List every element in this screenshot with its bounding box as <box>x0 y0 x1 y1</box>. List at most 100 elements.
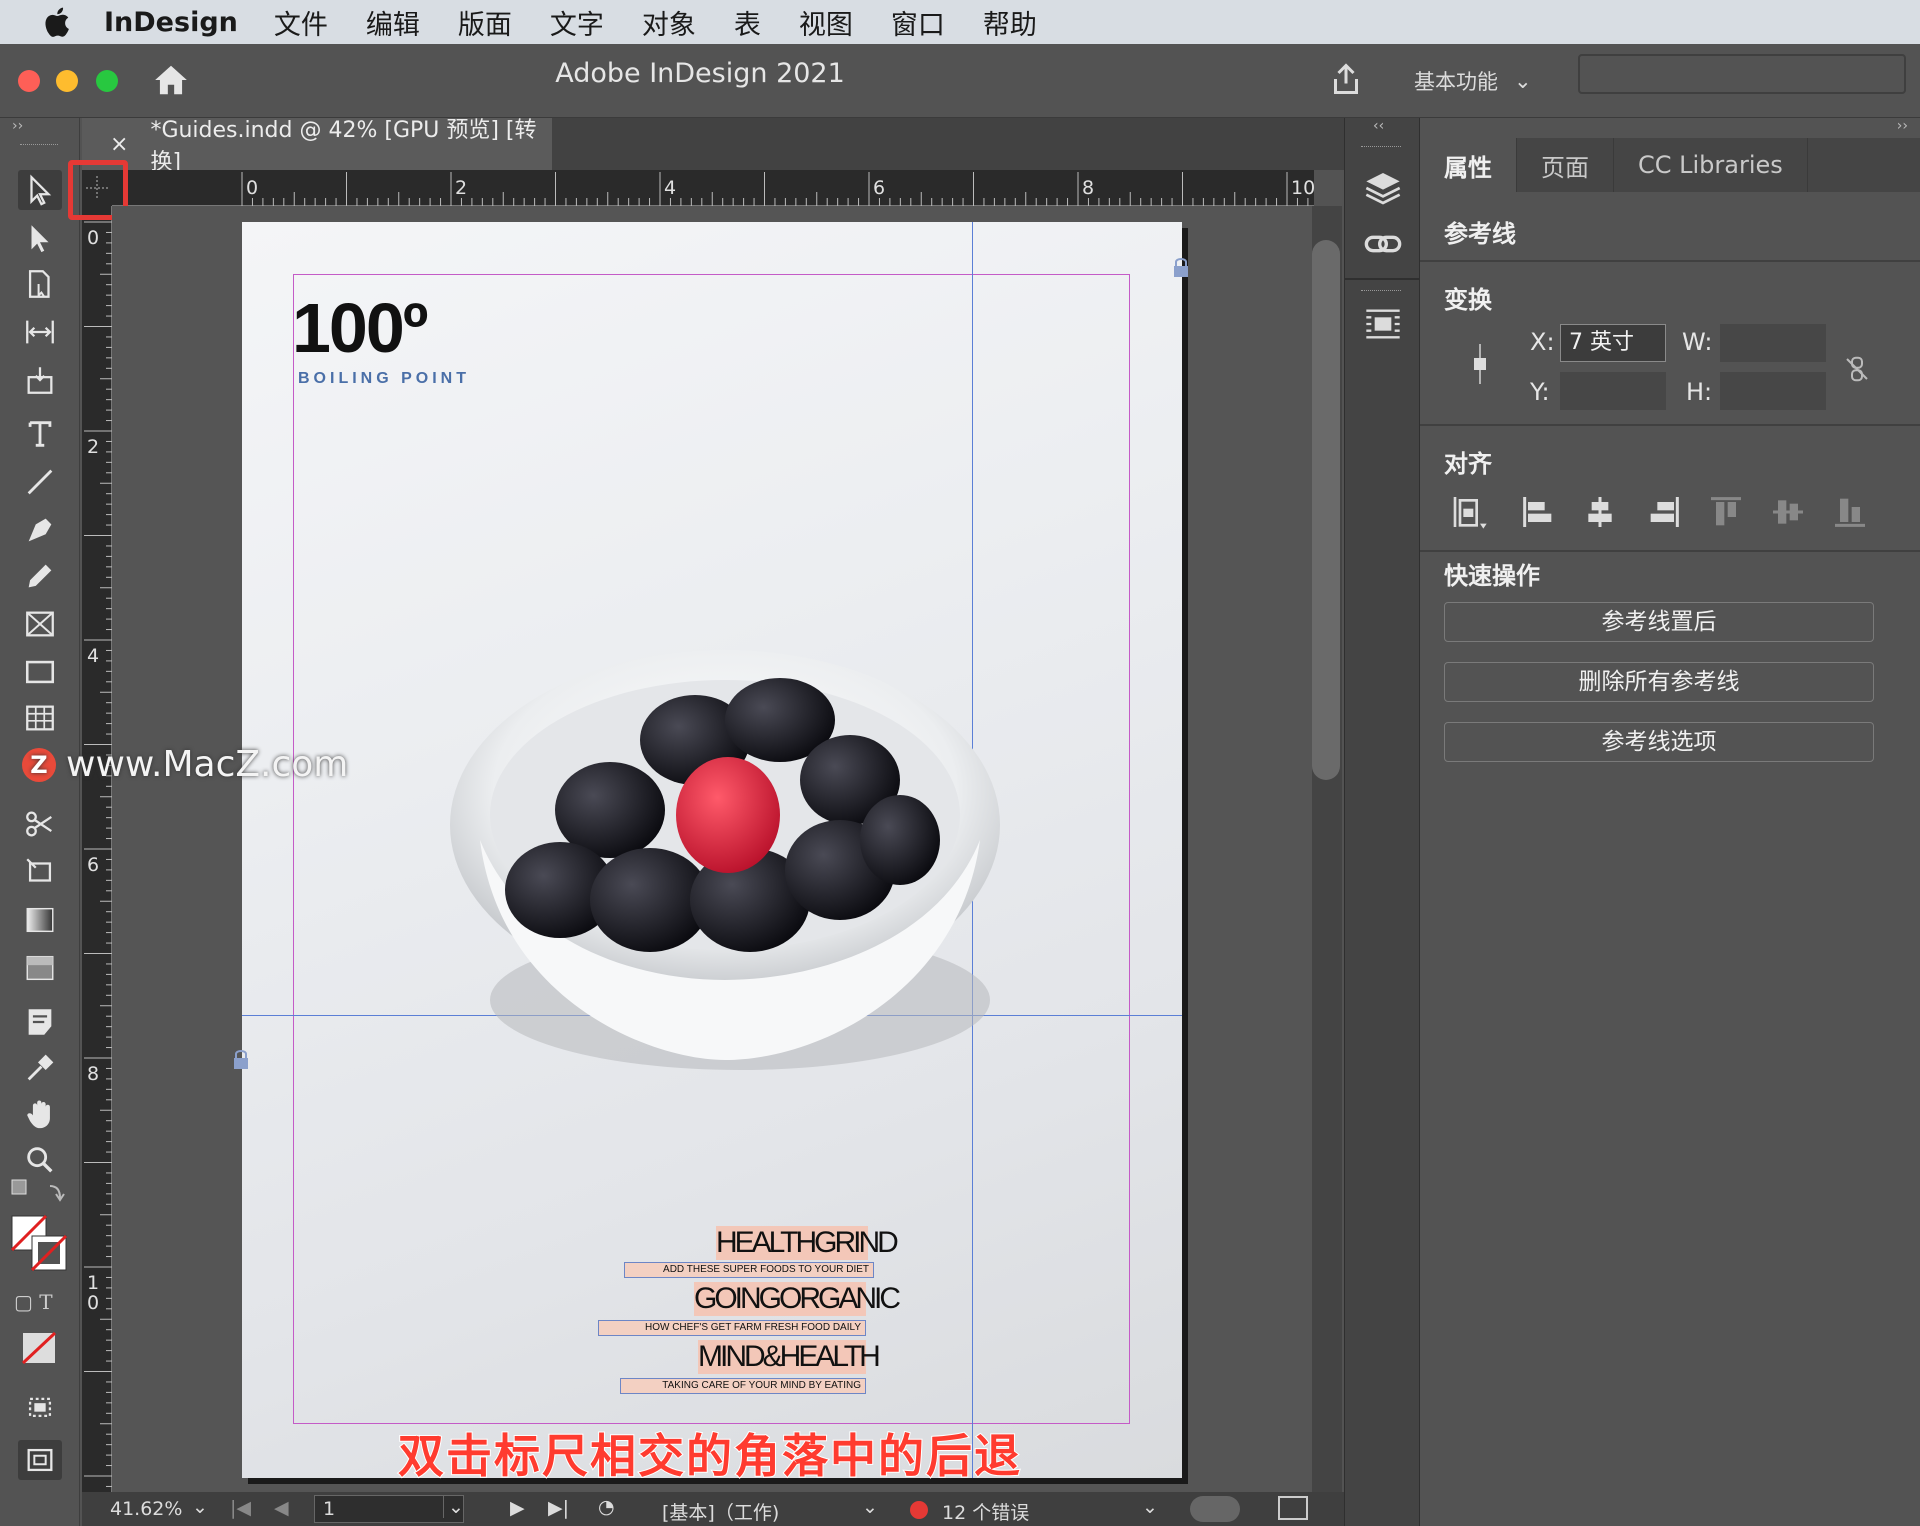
constrain-proportions-icon[interactable] <box>1842 354 1872 384</box>
grip-icon[interactable] <box>1361 146 1401 147</box>
h-label: H: <box>1686 378 1713 406</box>
expand-dock-icon[interactable]: ‹‹ <box>1373 118 1384 134</box>
headline-title[interactable]: MIND&HEALTH <box>698 1340 881 1374</box>
x-label: X: <box>1530 328 1555 356</box>
chevron-down-icon[interactable]: ⌄ <box>192 1496 208 1518</box>
split-layout-icon[interactable] <box>1278 1496 1308 1520</box>
guide-options-button[interactable]: 参考线选项 <box>1444 722 1874 762</box>
chevron-down-icon[interactable]: ⌄ <box>862 1496 878 1518</box>
pen-tool-icon[interactable] <box>18 510 62 550</box>
previous-page-icon[interactable]: ◀ <box>274 1497 289 1519</box>
scrollbar-thumb[interactable] <box>1312 240 1340 780</box>
eyedropper-tool-icon[interactable] <box>18 1048 62 1088</box>
document-tab[interactable]: × *Guides.indd @ 42% [GPU 预览] [转换] <box>82 118 552 175</box>
chevron-down-icon: ⌄ <box>1514 69 1532 93</box>
type-tool-icon[interactable] <box>18 414 62 454</box>
tab-pages[interactable]: 页面 <box>1517 138 1614 192</box>
hand-tool-icon[interactable] <box>18 1094 62 1134</box>
text-wrap-icon[interactable] <box>1363 304 1403 344</box>
rectangle-tool-icon[interactable] <box>18 652 62 692</box>
layers-icon[interactable] <box>1363 168 1403 208</box>
swap-fill-stroke-icon[interactable] <box>10 1178 70 1208</box>
next-page-icon[interactable]: ▶ <box>510 1497 525 1519</box>
pencil-tool-icon[interactable] <box>18 556 62 596</box>
headline-title[interactable]: HEALTHGRIND <box>716 1226 899 1260</box>
align-to-selection-icon[interactable] <box>1450 492 1490 532</box>
preflight-profile[interactable]: [基本]（工作) <box>662 1498 779 1525</box>
last-page-icon[interactable]: ▶| <box>548 1497 569 1519</box>
menu-view[interactable]: 视图 <box>799 3 853 42</box>
menu-file[interactable]: 文件 <box>274 3 328 42</box>
align-top-icon[interactable] <box>1706 492 1746 532</box>
page-number-field[interactable]: 1 ⌄ <box>314 1495 464 1523</box>
app-menu[interactable]: InDesign <box>104 7 238 38</box>
toggle-switch[interactable] <box>1190 1496 1240 1522</box>
headline-subtitle[interactable]: TAKING CARE OF YOUR MIND BY EATING <box>620 1378 866 1394</box>
tab-cc-libraries[interactable]: CC Libraries <box>1614 138 1808 192</box>
zoom-tool-icon[interactable] <box>18 1140 62 1180</box>
chevron-down-icon[interactable]: ⌄ <box>1142 1496 1158 1518</box>
preview-mode-icon[interactable] <box>18 1440 62 1480</box>
gradient-feather-tool-icon[interactable] <box>18 948 62 988</box>
tab-properties[interactable]: 属性 <box>1420 138 1517 192</box>
reference-point-icon[interactable] <box>1468 342 1492 386</box>
width-field[interactable] <box>1720 324 1826 362</box>
gradient-swatch-tool-icon[interactable] <box>18 900 62 940</box>
preflight-profile-icon[interactable]: ◔ <box>598 1496 615 1518</box>
apple-icon[interactable] <box>38 5 74 39</box>
selection-tool-icon[interactable] <box>18 170 62 210</box>
content-collector-icon[interactable] <box>18 360 62 400</box>
zoom-level[interactable]: 41.62% <box>110 1498 182 1520</box>
menu-table[interactable]: 表 <box>734 3 761 42</box>
gap-tool-icon[interactable] <box>18 312 62 352</box>
close-tab-icon[interactable]: × <box>110 132 128 157</box>
vertical-ruler[interactable]: 0246810 <box>82 206 112 1496</box>
height-field[interactable] <box>1720 372 1826 410</box>
headline-title[interactable]: GOINGORGANIC <box>694 1282 901 1316</box>
scissors-tool-icon[interactable] <box>18 804 62 844</box>
menu-window[interactable]: 窗口 <box>891 3 945 42</box>
y-position-field[interactable] <box>1560 372 1666 410</box>
share-icon[interactable] <box>1328 60 1364 98</box>
workspace-switcher[interactable]: 基本功能 ⌄ <box>1414 66 1532 96</box>
chevron-down-icon[interactable]: ⌄ <box>443 1496 464 1518</box>
direct-selection-tool-icon[interactable] <box>18 218 62 258</box>
apply-none-icon[interactable] <box>20 1330 62 1368</box>
first-page-icon[interactable]: |◀ <box>230 1497 251 1519</box>
collapse-toolbar-icon[interactable]: ›› <box>12 118 23 134</box>
ruler-label: 0 <box>246 177 258 199</box>
page-tool-icon[interactable] <box>18 264 62 304</box>
align-right-icon[interactable] <box>1644 492 1684 532</box>
menu-edit[interactable]: 编辑 <box>366 3 420 42</box>
align-vertical-center-icon[interactable] <box>1768 492 1808 532</box>
horizontal-ruler[interactable]: 0 2 4 6 8 10 <box>82 170 1314 206</box>
x-position-field[interactable]: 7 英寸 <box>1560 324 1666 362</box>
collapse-panel-icon[interactable]: ›› <box>1897 118 1908 134</box>
rectangle-frame-tool-icon[interactable] <box>18 604 62 644</box>
menu-layout[interactable]: 版面 <box>458 3 512 42</box>
align-bottom-icon[interactable] <box>1830 492 1870 532</box>
align-horizontal-center-icon[interactable] <box>1580 492 1620 532</box>
headline-subtitle[interactable]: ADD THESE SUPER FOODS TO YOUR DIET <box>624 1262 874 1278</box>
menu-object[interactable]: 对象 <box>642 3 696 42</box>
error-count[interactable]: 12 个错误 <box>942 1498 1029 1525</box>
headline-subtitle[interactable]: HOW CHEF'S GET FARM FRESH FOOD DAILY <box>598 1320 866 1336</box>
grip-icon[interactable] <box>1361 290 1401 291</box>
menu-type[interactable]: 文字 <box>550 3 604 42</box>
search-input[interactable] <box>1578 54 1906 94</box>
delete-all-guides-button[interactable]: 删除所有参考线 <box>1444 662 1874 702</box>
links-icon[interactable] <box>1363 224 1403 264</box>
note-tool-icon[interactable] <box>18 1002 62 1042</box>
table-tool-icon[interactable] <box>18 698 62 738</box>
berry-bowl-image[interactable] <box>440 640 1010 1100</box>
ruler-label: 2 <box>455 177 467 199</box>
line-tool-icon[interactable] <box>18 462 62 502</box>
menu-help[interactable]: 帮助 <box>983 3 1037 42</box>
guides-to-back-button[interactable]: 参考线置后 <box>1444 602 1874 642</box>
align-left-icon[interactable] <box>1518 492 1558 532</box>
container-text-toggle-icon[interactable]: ▢ T <box>14 1290 53 1314</box>
screen-mode-icon[interactable] <box>18 1386 62 1426</box>
grip-icon[interactable] <box>20 144 58 147</box>
free-transform-tool-icon[interactable] <box>18 852 62 892</box>
fill-stroke-swatch-icon[interactable] <box>10 1214 70 1274</box>
